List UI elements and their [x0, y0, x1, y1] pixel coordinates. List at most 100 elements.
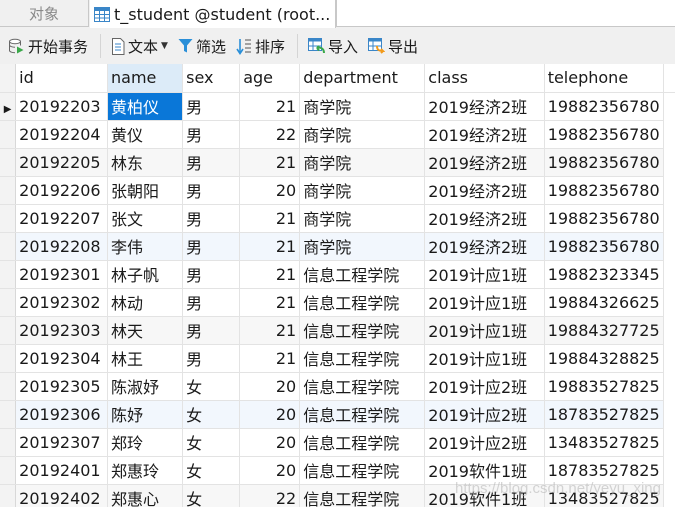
cell-telephone[interactable]: 19884328825 — [544, 344, 664, 373]
table-row[interactable]: ▶ 20192203 黄柏仪男 21 商学院 2019经济2班 19882356780 — [0, 92, 675, 121]
cell-class[interactable]: 2019计应2班 — [424, 428, 545, 457]
cell-id[interactable]: 20192401 — [15, 456, 109, 485]
cell-name[interactable]: 林动 — [107, 288, 184, 317]
cell-id[interactable]: 20192303 — [15, 316, 109, 345]
cell-department[interactable]: 商学院 — [299, 148, 426, 177]
cell-sex[interactable]: 女 — [182, 400, 241, 429]
cell-age[interactable]: 21 — [239, 204, 301, 233]
row-selector[interactable] — [0, 456, 17, 485]
row-selector[interactable] — [0, 260, 17, 289]
cell-telephone[interactable]: 19882356780 — [544, 204, 664, 233]
cell-id[interactable]: 20192302 — [15, 288, 109, 317]
data-grid[interactable]: id name sex age department class telephone ▶ 20… — [0, 64, 675, 507]
cell-sex[interactable]: 男 — [182, 260, 241, 289]
table-row[interactable]: 20192307 郑玲女 20 信息工程学院 2019计应2班 13483527825 — [0, 428, 675, 457]
table-row[interactable]: 20192301 林子帆男 21 信息工程学院 2019计应1班 19882323345 — [0, 260, 675, 289]
cell-class[interactable]: 2019经济2班 — [424, 204, 545, 233]
cell-department[interactable]: 信息工程学院 — [299, 344, 426, 373]
row-selector[interactable] — [0, 204, 17, 233]
cell-id[interactable]: 20192205 — [15, 148, 109, 177]
cell-sex[interactable]: 男 — [182, 204, 241, 233]
cell-telephone[interactable]: 19882356780 — [544, 92, 664, 121]
cell-department[interactable]: 信息工程学院 — [299, 288, 426, 317]
cell-sex[interactable]: 男 — [182, 176, 241, 205]
cell-department[interactable]: 信息工程学院 — [299, 400, 426, 429]
cell-id[interactable]: 20192203 — [15, 92, 109, 121]
cell-department[interactable]: 商学院 — [299, 120, 426, 149]
cell-name[interactable]: 李伟 — [107, 232, 184, 261]
row-selector[interactable] — [0, 148, 17, 177]
column-header-name[interactable]: name — [107, 64, 184, 93]
filter-button[interactable]: 筛选 — [176, 32, 228, 60]
column-header-department[interactable]: department — [299, 64, 426, 93]
cell-class[interactable]: 2019计应1班 — [424, 260, 545, 289]
cell-sex[interactable]: 女 — [182, 428, 241, 457]
cell-telephone[interactable]: 19882356780 — [544, 120, 664, 149]
cell-name[interactable]: 林子帆 — [107, 260, 184, 289]
cell-age[interactable]: 20 — [239, 372, 301, 401]
cell-sex[interactable]: 女 — [182, 372, 241, 401]
table-row[interactable]: 20192402 郑惠心女 22 信息工程学院 2019软件1班 13483527825 — [0, 484, 675, 507]
cell-name[interactable]: 林天 — [107, 316, 184, 345]
cell-sex[interactable]: 男 — [182, 148, 241, 177]
cell-age[interactable]: 21 — [239, 316, 301, 345]
cell-id[interactable]: 20192305 — [15, 372, 109, 401]
table-row[interactable]: 20192208 李伟男 21 商学院 2019经济2班 19882356780 — [0, 232, 675, 261]
row-selector[interactable]: ▶ — [0, 92, 17, 121]
cell-age[interactable]: 21 — [239, 148, 301, 177]
selected-cell-name[interactable]: 黄柏仪 — [107, 92, 184, 121]
table-row[interactable]: 20192205 林东男 21 商学院 2019经济2班 19882356780 — [0, 148, 675, 177]
cell-department[interactable]: 信息工程学院 — [299, 316, 426, 345]
cell-class[interactable]: 2019经济2班 — [424, 148, 545, 177]
row-selector[interactable] — [0, 428, 17, 457]
column-header-id[interactable]: id — [15, 64, 109, 93]
cell-id[interactable]: 20192301 — [15, 260, 109, 289]
cell-id[interactable]: 20192207 — [15, 204, 109, 233]
cell-telephone[interactable]: 19882356780 — [544, 232, 664, 261]
cell-telephone[interactable]: 19884326625 — [544, 288, 664, 317]
column-header-age[interactable]: age — [239, 64, 301, 93]
cell-telephone[interactable]: 19884327725 — [544, 316, 664, 345]
cell-age[interactable]: 20 — [239, 400, 301, 429]
text-view-button[interactable]: 文本 ▼ — [109, 32, 170, 60]
cell-class[interactable]: 2019经济2班 — [424, 92, 545, 121]
cell-name[interactable]: 郑惠玲 — [107, 456, 184, 485]
cell-telephone[interactable]: 18783527825 — [544, 400, 664, 429]
cell-age[interactable]: 22 — [239, 484, 301, 507]
row-selector[interactable] — [0, 176, 17, 205]
import-button[interactable]: 导入 — [306, 32, 360, 60]
cell-telephone[interactable]: 18783527825 — [544, 456, 664, 485]
cell-age[interactable]: 21 — [239, 232, 301, 261]
cell-department[interactable]: 商学院 — [299, 232, 426, 261]
cell-sex[interactable]: 男 — [182, 232, 241, 261]
cell-age[interactable]: 20 — [239, 176, 301, 205]
table-row[interactable]: 20192207 张文男 21 商学院 2019经济2班 19882356780 — [0, 204, 675, 233]
cell-class[interactable]: 2019软件1班 — [424, 484, 545, 507]
cell-id[interactable]: 20192206 — [15, 176, 109, 205]
cell-name[interactable]: 陈妤 — [107, 400, 184, 429]
cell-name[interactable]: 郑玲 — [107, 428, 184, 457]
table-row[interactable]: 20192204 黄仪男 22 商学院 2019经济2班 19882356780 — [0, 120, 675, 149]
sort-button[interactable]: 排序 — [234, 32, 287, 60]
cell-id[interactable]: 20192204 — [15, 120, 109, 149]
cell-age[interactable]: 21 — [239, 260, 301, 289]
table-row[interactable]: 20192401 郑惠玲女 20 信息工程学院 2019软件1班 18783527825 — [0, 456, 675, 485]
table-row[interactable]: 20192304 林王男 21 信息工程学院 2019计应1班 19884328825 — [0, 344, 675, 373]
cell-name[interactable]: 张朝阳 — [107, 176, 184, 205]
row-selector[interactable] — [0, 316, 17, 345]
column-header-class[interactable]: class — [424, 64, 545, 93]
cell-name[interactable]: 林东 — [107, 148, 184, 177]
cell-telephone[interactable]: 13483527825 — [544, 484, 664, 507]
cell-id[interactable]: 20192304 — [15, 344, 109, 373]
cell-department[interactable]: 信息工程学院 — [299, 428, 426, 457]
cell-name[interactable]: 陈淑妤 — [107, 372, 184, 401]
table-row[interactable]: 20192306 陈妤女 20 信息工程学院 2019计应2班 18783527825 — [0, 400, 675, 429]
cell-sex[interactable]: 男 — [182, 92, 241, 121]
cell-department[interactable]: 商学院 — [299, 176, 426, 205]
tab-t-student[interactable]: t_student @student (root... — [90, 0, 336, 28]
table-row[interactable]: 20192305 陈淑妤女 20 信息工程学院 2019计应2班 19883527825 — [0, 372, 675, 401]
row-selector[interactable] — [0, 288, 17, 317]
column-header-telephone[interactable]: telephone — [544, 64, 664, 93]
cell-sex[interactable]: 女 — [182, 484, 241, 507]
cell-class[interactable]: 2019计应1班 — [424, 344, 545, 373]
